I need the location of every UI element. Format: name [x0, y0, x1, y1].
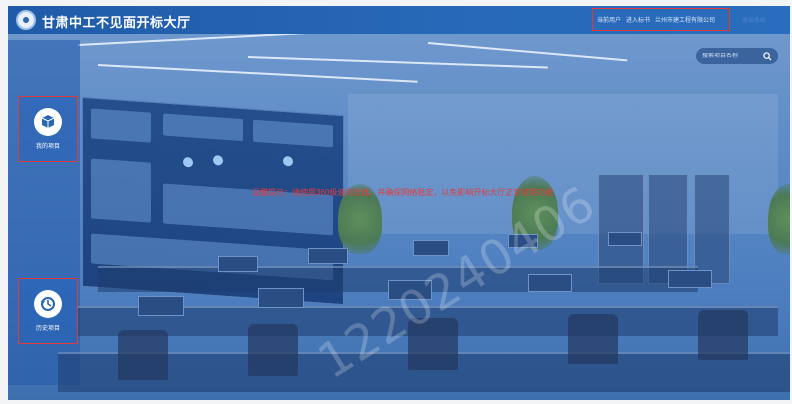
user-info-label: 当前用户: [597, 18, 622, 24]
video-wall-indicator: [283, 155, 293, 167]
notice-text: 温馨提示：请使用360极速浏览器，并确保网络稳定，以免影响开标大厅正常使用功能: [252, 188, 554, 197]
sidebar-item-label: 我的项目: [35, 144, 60, 150]
server-rack: [694, 174, 730, 284]
monitor: [218, 256, 258, 272]
top-bar: 甘肃中工不见面开标大厅 当前用户 进入标书 兰州市建工程有限公司 退出系统: [8, 6, 790, 34]
logo-icon: [16, 10, 36, 30]
monitor: [138, 296, 184, 316]
video-wall-panel: [163, 113, 243, 142]
chair: [248, 324, 298, 376]
ceiling-light: [77, 34, 328, 46]
logout-link[interactable]: 退出系统: [742, 15, 766, 24]
monitor: [413, 240, 449, 256]
box-icon: [34, 108, 62, 136]
chair: [568, 314, 618, 364]
search-input[interactable]: [702, 53, 762, 59]
sidebar-item-history[interactable]: 历史项目: [18, 278, 78, 344]
ceiling-light: [427, 42, 628, 62]
user-info-role[interactable]: 进入标书: [626, 15, 650, 24]
sidebar-item-my-projects[interactable]: 我的项目: [18, 96, 78, 162]
hall-scene: 我的项目 历史项目 温馨提示：请使用360极速浏览器，并确保网络稳定，以免影响开…: [8, 34, 790, 400]
video-wall-panel: [91, 108, 151, 143]
app-frame: 甘肃中工不见面开标大厅 当前用户 进入标书 兰州市建工程有限公司 退出系统 我的…: [0, 0, 792, 404]
video-wall-panel: [91, 158, 151, 223]
user-info-box: 当前用户 进入标书 兰州市建工程有限公司: [592, 8, 730, 31]
monitor: [668, 270, 712, 288]
history-icon: [34, 290, 62, 318]
search-box[interactable]: [696, 48, 778, 64]
sidebar-item-label: 历史项目: [35, 326, 60, 332]
ceiling-light: [97, 64, 418, 83]
search-icon[interactable]: [763, 51, 772, 61]
user-info-company: 兰州市建工程有限公司: [655, 18, 716, 24]
video-wall-indicator: [213, 155, 223, 166]
chair: [698, 310, 748, 360]
chair: [118, 330, 168, 380]
monitor: [258, 288, 304, 308]
app-title: 甘肃中工不见面开标大厅: [42, 15, 191, 30]
monitor: [308, 248, 348, 264]
monitor: [528, 274, 572, 292]
ceiling-light: [247, 56, 548, 69]
monitor: [608, 232, 642, 246]
video-wall-indicator: [183, 156, 193, 168]
video-wall-panel: [253, 119, 333, 148]
